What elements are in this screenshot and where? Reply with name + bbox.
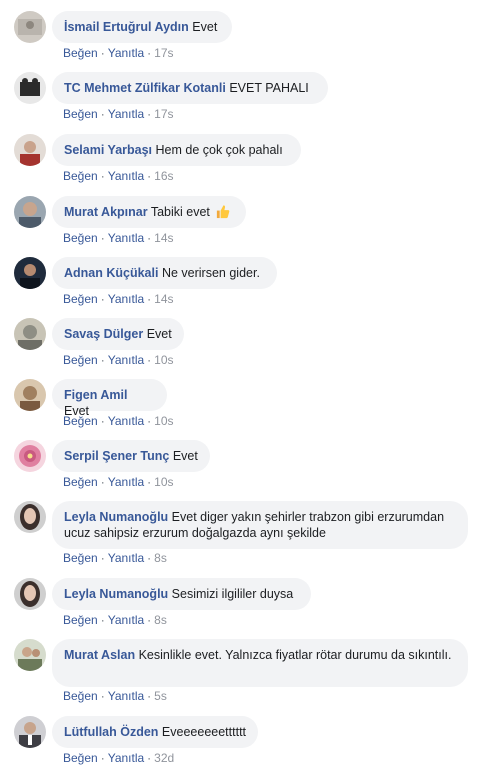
like-link[interactable]: Beğen <box>63 751 98 765</box>
reply-link[interactable]: Yanıtla <box>108 231 144 245</box>
avatar[interactable] <box>14 11 46 43</box>
avatar[interactable] <box>14 379 46 411</box>
comment-time[interactable]: 8s <box>154 613 167 627</box>
comment-bubble: Murat Akpınar Tabiki evet <box>52 196 246 228</box>
like-link[interactable]: Beğen <box>63 107 98 121</box>
like-link[interactable]: Beğen <box>63 613 98 627</box>
comment-bubble: Figen Amil Evet <box>52 379 167 418</box>
comment-time[interactable]: 10s <box>154 353 173 367</box>
avatar[interactable] <box>14 134 46 166</box>
comment-time[interactable]: 14s <box>154 231 173 245</box>
comment-author[interactable]: TC Mehmet Zülfikar Kotanli <box>64 81 226 95</box>
comment-bubble: Adnan Küçükali Ne verirsen gider. <box>52 257 277 289</box>
like-link[interactable]: Beğen <box>63 551 98 565</box>
reply-link[interactable]: Yanıtla <box>108 292 144 306</box>
comment-author[interactable]: Murat Akpınar <box>64 205 148 219</box>
comment-author[interactable]: İsmail Ertuğrul Aydın <box>64 20 189 34</box>
comment-actions: Beğen · Yanıtla · 16s <box>63 169 174 183</box>
reply-link[interactable]: Yanıtla <box>108 46 144 60</box>
comment-actions: Beğen · Yanıtla · 14s <box>63 231 174 245</box>
comment-author[interactable]: Savaş Dülger <box>64 327 143 341</box>
like-link[interactable]: Beğen <box>63 353 98 367</box>
like-link[interactable]: Beğen <box>63 231 98 245</box>
comment-time[interactable]: 17s <box>154 46 173 60</box>
comment-text: Ne verirsen gider. <box>161 266 260 280</box>
avatar[interactable] <box>14 72 46 104</box>
comment-actions: Beğen · Yanıtla · 10s <box>63 414 174 428</box>
comment-text: Kesinlikle evet. Yalnızca fiyatlar rötar… <box>138 648 452 662</box>
comment-time[interactable]: 16s <box>154 169 173 183</box>
comment-time[interactable]: 10s <box>154 414 173 428</box>
comment-time[interactable]: 8s <box>154 551 167 565</box>
comment-bubble: Savaş Dülger Evet <box>52 318 184 350</box>
comment-actions: Beğen · Yanıtla · 17s <box>63 107 174 121</box>
reply-link[interactable]: Yanıtla <box>108 169 144 183</box>
reply-link[interactable]: Yanıtla <box>108 107 144 121</box>
comment-author[interactable]: Figen Amil <box>64 388 127 402</box>
comment-bubble: Leyla Numanoğlu Sesimizi ilgililer duysa <box>52 578 311 610</box>
comment-text: EVET PAHALI <box>229 81 309 95</box>
like-link[interactable]: Beğen <box>63 46 98 60</box>
comment-actions: Beğen · Yanıtla · 32d <box>63 751 175 765</box>
comment-text: Evet <box>146 327 172 341</box>
comment-actions: Beğen · Yanıtla · 8s <box>63 551 167 565</box>
reply-link[interactable]: Yanıtla <box>108 475 144 489</box>
comment-bubble: Murat Aslan Kesinlikle evet. Yalnızca fi… <box>52 639 468 687</box>
like-link[interactable]: Beğen <box>63 414 98 428</box>
comment-time[interactable]: 17s <box>154 107 173 121</box>
comment-actions: Beğen · Yanıtla · 5s <box>63 689 167 703</box>
reply-link[interactable]: Yanıtla <box>108 613 144 627</box>
comment-time[interactable]: 32d <box>154 751 174 765</box>
comment-actions: Beğen · Yanıtla · 8s <box>63 613 167 627</box>
comment-time[interactable]: 14s <box>154 292 173 306</box>
reply-link[interactable]: Yanıtla <box>108 689 144 703</box>
comment-bubble: Leyla Numanoğlu Evet diger yakın şehirle… <box>52 501 468 549</box>
comment-actions: Beğen · Yanıtla · 10s <box>63 353 174 367</box>
reply-link[interactable]: Yanıtla <box>108 751 144 765</box>
reply-link[interactable]: Yanıtla <box>108 414 144 428</box>
comment-author[interactable]: Selami Yarbaşı <box>64 143 152 157</box>
reply-link[interactable]: Yanıtla <box>108 551 144 565</box>
comment-actions: Beğen · Yanıtla · 14s <box>63 292 174 306</box>
avatar[interactable] <box>14 440 46 472</box>
avatar[interactable] <box>14 639 46 671</box>
avatar[interactable] <box>14 257 46 289</box>
avatar[interactable] <box>14 196 46 228</box>
comment-author[interactable]: Leyla Numanoğlu <box>64 587 168 601</box>
like-link[interactable]: Beğen <box>63 475 98 489</box>
reply-link[interactable]: Yanıtla <box>108 353 144 367</box>
like-link[interactable]: Beğen <box>63 292 98 306</box>
comment-author[interactable]: Adnan Küçükali <box>64 266 158 280</box>
like-link[interactable]: Beğen <box>63 169 98 183</box>
comment-author[interactable]: Lütfullah Özden <box>64 725 158 739</box>
comment-bubble: İsmail Ertuğrul Aydın Evet <box>52 11 232 43</box>
comment-bubble: Lütfullah Özden Eveeeeeeetttttt <box>52 716 258 748</box>
avatar[interactable] <box>14 578 46 610</box>
comment-bubble: TC Mehmet Zülfikar Kotanli EVET PAHALI <box>52 72 328 104</box>
comment-text: Tabiki evet <box>150 205 210 219</box>
comment-text: Evet <box>172 449 198 463</box>
thumbs-up-icon <box>215 204 230 223</box>
comment-text: Eveeeeeeetttttt <box>161 725 247 739</box>
comment-author[interactable]: Serpil Şener Tunç <box>64 449 169 463</box>
avatar[interactable] <box>14 716 46 748</box>
comment-bubble: Selami Yarbaşı Hem de çok çok pahalı <box>52 134 301 166</box>
like-link[interactable]: Beğen <box>63 689 98 703</box>
comment-time[interactable]: 5s <box>154 689 167 703</box>
comment-bubble: Serpil Şener Tunç Evet <box>52 440 210 472</box>
avatar[interactable] <box>14 501 46 533</box>
comment-author[interactable]: Murat Aslan <box>64 648 135 662</box>
avatar[interactable] <box>14 318 46 350</box>
comment-author[interactable]: Leyla Numanoğlu <box>64 510 168 524</box>
comment-text: Hem de çok çok pahalı <box>155 143 283 157</box>
comment-text: Sesimizi ilgililer duysa <box>171 587 294 601</box>
comment-actions: Beğen · Yanıtla · 17s <box>63 46 174 60</box>
comment-text: Evet <box>192 20 218 34</box>
comment-time[interactable]: 10s <box>154 475 173 489</box>
comment-actions: Beğen · Yanıtla · 10s <box>63 475 174 489</box>
